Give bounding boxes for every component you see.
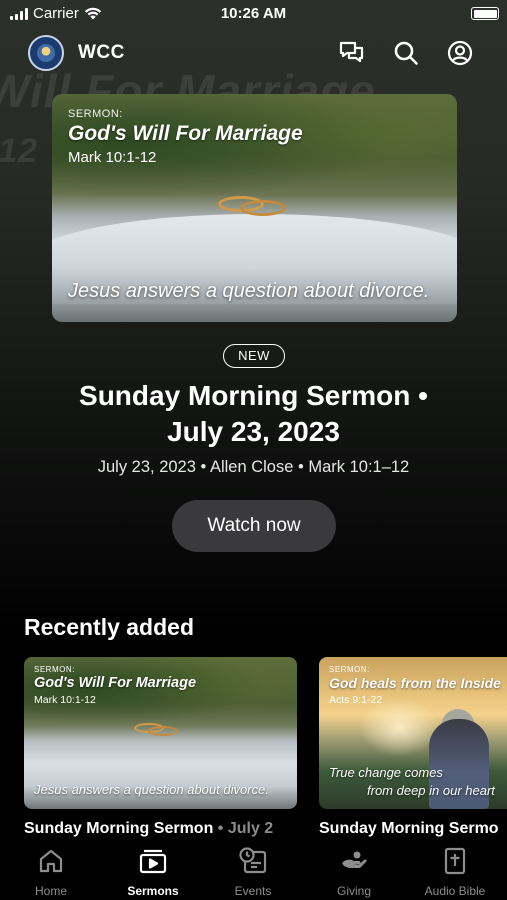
profile-icon[interactable] — [445, 38, 475, 68]
sermon-thumbnail-title: God's Will For Marriage — [68, 122, 303, 145]
sermons-icon — [137, 846, 169, 876]
featured-title-line-2: July 23, 2023 — [167, 416, 340, 447]
tab-giving[interactable]: Giving — [309, 846, 399, 900]
recent-item-label-date: • July 2 — [213, 820, 274, 837]
recent-item-thumbnail-title: God's Will For Marriage — [34, 675, 197, 691]
recent-item-label[interactable]: Sunday Morning Sermon • July 2 — [24, 820, 294, 838]
sermon-thumbnail-caption: Jesus answers a question about divorce. — [68, 280, 430, 302]
wedding-rings-image — [218, 194, 290, 220]
recent-item-label-main: Sunday Morning Sermon — [24, 820, 214, 837]
clock: 10:26 AM — [220, 5, 287, 22]
section-title-recently-added: Recently added — [24, 614, 194, 640]
recent-item-thumbnail-2[interactable]: SERMON: God heals from the Inside Acts 9… — [319, 657, 507, 809]
featured-meta: July 23, 2023 • Allen Close • Mark 10:1–… — [97, 458, 410, 476]
tab-label: Events — [234, 884, 272, 898]
tab-bar: Home Sermons Events Giving Audio Bible — [0, 840, 507, 900]
tab-home[interactable]: Home — [6, 846, 96, 900]
featured-title: Sunday Morning Sermon • July 23, 2023 — [0, 378, 507, 450]
audio-bible-icon — [439, 846, 471, 876]
recent-item-tag: SERMON: — [329, 665, 370, 674]
recent-item-caption: Jesus answers a question about divorce. — [34, 782, 269, 797]
sermon-thumbnail-reference: Mark 10:1-12 — [68, 149, 157, 166]
tab-label: Sermons — [127, 884, 179, 898]
recent-item-caption-line-1: True change comes — [329, 765, 443, 780]
tab-label: Audio Bible — [424, 884, 486, 898]
app-title: WCC — [78, 42, 125, 63]
watch-now-button[interactable]: Watch now — [172, 500, 336, 552]
recent-item-tag: SERMON: — [34, 665, 75, 674]
app-header: WCC — [0, 34, 507, 72]
recent-item-thumbnail-title: God heals from the Inside — [329, 675, 501, 691]
battery-icon — [471, 7, 499, 20]
tab-events[interactable]: Events — [208, 846, 298, 900]
background-ghost-text-2: -12 — [0, 132, 39, 170]
recent-item-caption-line-2: from deep in our heart — [367, 783, 495, 798]
tab-label: Home — [34, 884, 67, 898]
tab-label: Giving — [336, 884, 371, 898]
featured-title-line-1: Sunday Morning Sermon • — [79, 380, 428, 411]
new-badge: NEW — [223, 344, 285, 368]
home-icon — [35, 846, 67, 876]
giving-icon — [338, 846, 370, 876]
wedding-rings-image — [134, 721, 184, 739]
recent-item-reference: Mark 10:1-12 — [34, 694, 96, 706]
messages-icon[interactable] — [337, 38, 367, 68]
recent-item-thumbnail[interactable]: SERMON: God's Will For Marriage Mark 10:… — [24, 657, 297, 809]
recent-item-label-2[interactable]: Sunday Morning Sermo — [319, 820, 507, 838]
tab-audio-bible[interactable]: Audio Bible — [410, 846, 500, 900]
sermon-tag: SERMON: — [68, 108, 123, 120]
recent-item-reference: Acts 9:1-22 — [329, 694, 383, 706]
events-icon — [237, 846, 269, 876]
status-bar: Carrier 10:26 AM — [0, 0, 507, 28]
search-icon[interactable] — [391, 38, 421, 68]
featured-sermon-thumbnail[interactable]: SERMON: God's Will For Marriage Mark 10:… — [52, 94, 457, 322]
church-logo[interactable] — [28, 35, 64, 71]
tab-sermons[interactable]: Sermons — [108, 846, 198, 900]
